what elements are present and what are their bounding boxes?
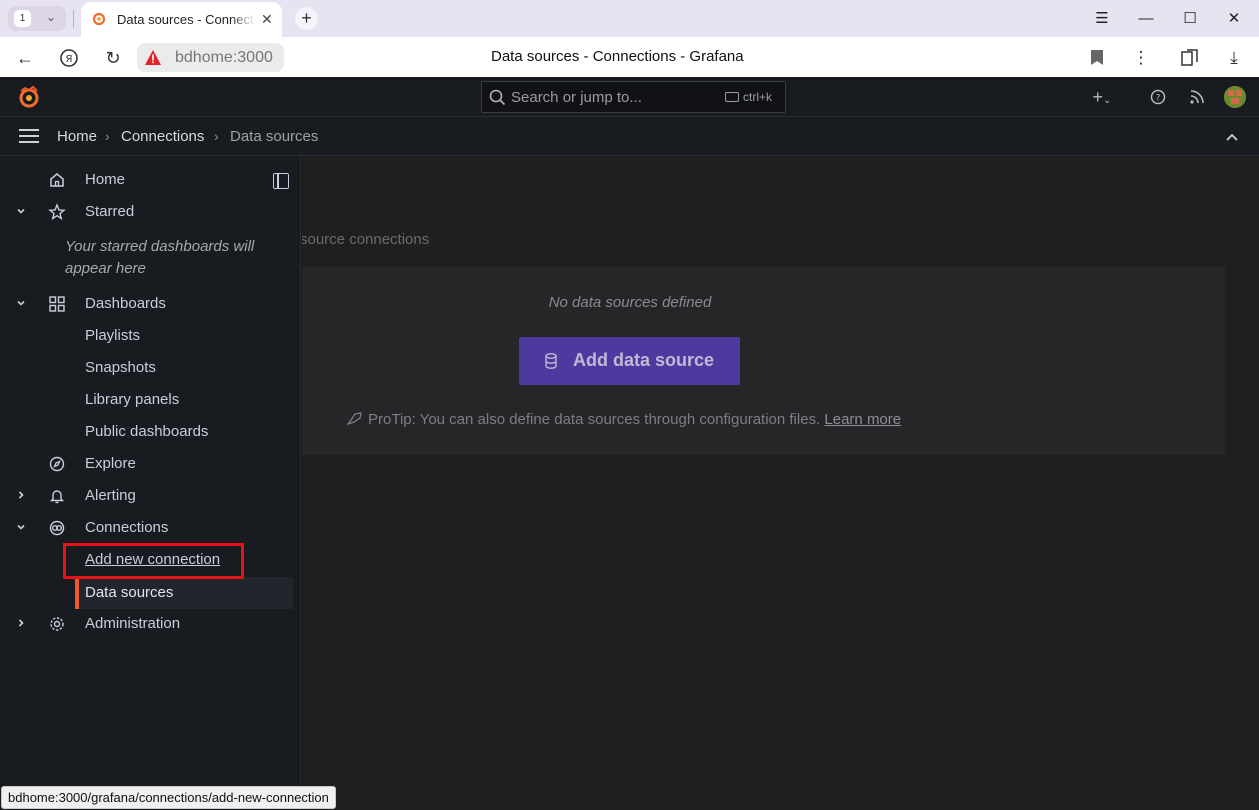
user-avatar[interactable] [1224,86,1246,108]
breadcrumb-home[interactable]: Home [57,128,97,145]
url-field[interactable]: bdhome:3000 [137,43,284,72]
add-new-dropdown-icon[interactable]: +⌄ [1087,87,1117,107]
new-tab-button[interactable]: + [295,7,318,30]
sidebar-item-dashboards[interactable]: Dashboards [1,289,301,319]
sidebar-item-label: Dashboards [85,295,166,312]
chevron-down-icon[interactable] [15,521,27,533]
status-url: bdhome:3000/grafana/connections/add-new-… [1,786,336,809]
url-host: bdhome:3000 [175,49,273,66]
sidebar-item-label: Home [85,171,126,188]
sidebar-item-label: Connections [85,519,169,536]
sidebar-nav: Home Starred Your starred dashboards wil… [1,156,301,810]
sidebar-item-playlists[interactable]: Playlists [1,321,301,351]
grafana-top-nav: Search or jump to... ctrl+k +⌄ ? [0,77,1259,117]
sidebar-item-label: Starred [85,203,135,220]
breadcrumb-bar: Home › Connections › Data sources [0,117,1259,156]
sidebar-item-connections[interactable]: Connections [1,513,301,543]
sidebar-item-alerting[interactable]: Alerting [1,481,301,511]
back-arrow-icon[interactable]: ← [13,46,37,70]
address-bar: ← Я ↻ bdhome:3000 Data sources - Connect… [0,37,1259,77]
svg-text:Я: Я [66,54,73,65]
tab-title: Data sources - Connections - Grafana [117,12,255,27]
grafana-logo-icon[interactable] [17,85,41,109]
sidebar-item-label: Data sources [85,584,174,601]
close-window-icon[interactable]: ✕ [1223,8,1245,30]
maximize-icon[interactable]: ☐ [1179,8,1201,30]
search-input[interactable]: Search or jump to... ctrl+k [481,81,786,113]
more-options-icon[interactable]: ⋮ [1129,46,1153,70]
sidebar-item-snapshots[interactable]: Snapshots [1,353,301,383]
grafana-favicon-icon [92,12,106,26]
starred-empty-text: Your starred dashboards will appear here [65,238,255,277]
security-warning-icon[interactable] [145,50,161,65]
apps-grid-icon [49,296,65,312]
close-tab-icon[interactable]: ✕ [261,11,273,28]
page-title: Data sources - Connections - Grafana [491,48,744,65]
database-icon [545,353,557,369]
add-data-source-label: Add data source [573,350,715,370]
sidebar-item-label: Administration [85,615,181,632]
menu-icon[interactable]: ☰ [1091,8,1113,30]
chevron-up-icon[interactable] [1224,129,1240,145]
add-data-source-button[interactable]: Add data source [519,337,740,385]
star-icon [48,203,66,221]
sidebar-item-label: Alerting [85,487,136,504]
sidebar-item-label: Public dashboards [85,423,209,440]
sidebar-item-label: Snapshots [85,359,156,376]
sidebar-item-explore[interactable]: Explore [1,449,301,479]
sidebar-item-public-dashboards[interactable]: Public dashboards [1,417,301,447]
news-rss-icon[interactable] [1187,87,1207,107]
collections-icon[interactable] [1178,46,1202,70]
search-icon [489,89,506,106]
highlight-box [63,543,244,579]
chevron-right-icon[interactable] [15,617,27,629]
gear-icon [50,617,64,631]
chevron-down-icon[interactable] [15,205,27,217]
sidebar-item-label: Playlists [85,327,141,344]
browser-tab[interactable]: Data sources - Connections - Grafana ✕ [81,2,282,37]
breadcrumb-connections[interactable]: Connections [121,128,204,145]
protip-text: ProTip: You can also define data sources… [347,411,901,428]
yandex-icon[interactable]: Я [57,46,81,70]
chevron-down-icon[interactable] [15,297,27,309]
breadcrumb-separator: › [214,128,219,144]
active-indicator [75,577,79,609]
bookmark-icon[interactable] [1085,46,1109,70]
svg-text:?: ? [1156,94,1161,104]
sidebar-item-label: Library panels [85,391,180,408]
breadcrumb-current: Data sources [230,128,319,145]
tab-count: 1 [14,10,31,27]
sidebar-item-label: Explore [85,455,136,472]
menu-toggle-icon[interactable] [19,129,39,144]
download-icon[interactable]: ⤓ [1222,46,1246,70]
compass-icon [49,456,65,472]
home-icon [50,173,64,187]
tab-counter-button[interactable]: 1 ⌄ [8,6,66,31]
minimize-icon[interactable]: — [1135,8,1157,30]
empty-state-message: No data sources defined [548,294,712,311]
bell-icon [49,490,65,504]
search-placeholder: Search or jump to... [511,89,642,106]
sidebar-item-starred[interactable]: Starred [1,197,301,227]
sidebar-item-data-sources[interactable]: Data sources [75,577,293,609]
breadcrumb-separator: › [105,128,110,144]
rocket-icon [347,412,362,425]
help-icon[interactable]: ? [1148,87,1168,107]
reload-icon[interactable]: ↻ [101,46,125,70]
empty-state-panel: No data sources defined Add data source … [302,267,1225,455]
tab-separator [73,10,74,28]
browser-tab-bar: 1 ⌄ Data sources - Connections - Grafana… [0,0,1259,37]
learn-more-link[interactable]: Learn more [824,411,901,428]
search-shortcut: ctrl+k [743,90,773,104]
sidebar-item-library-panels[interactable]: Library panels [1,385,301,415]
keyboard-icon [725,92,739,102]
connections-icon [49,520,65,536]
chevron-right-icon[interactable] [15,489,27,501]
page-subtitle: source connections [302,231,430,248]
chevron-down-icon: ⌄ [46,10,57,24]
sidebar-item-administration[interactable]: Administration [1,609,301,639]
sidebar-item-home[interactable]: Home [1,165,301,195]
main-content: source connections No data sources defin… [302,156,1259,810]
protip-label: ProTip: You can also define data sources… [368,411,821,428]
